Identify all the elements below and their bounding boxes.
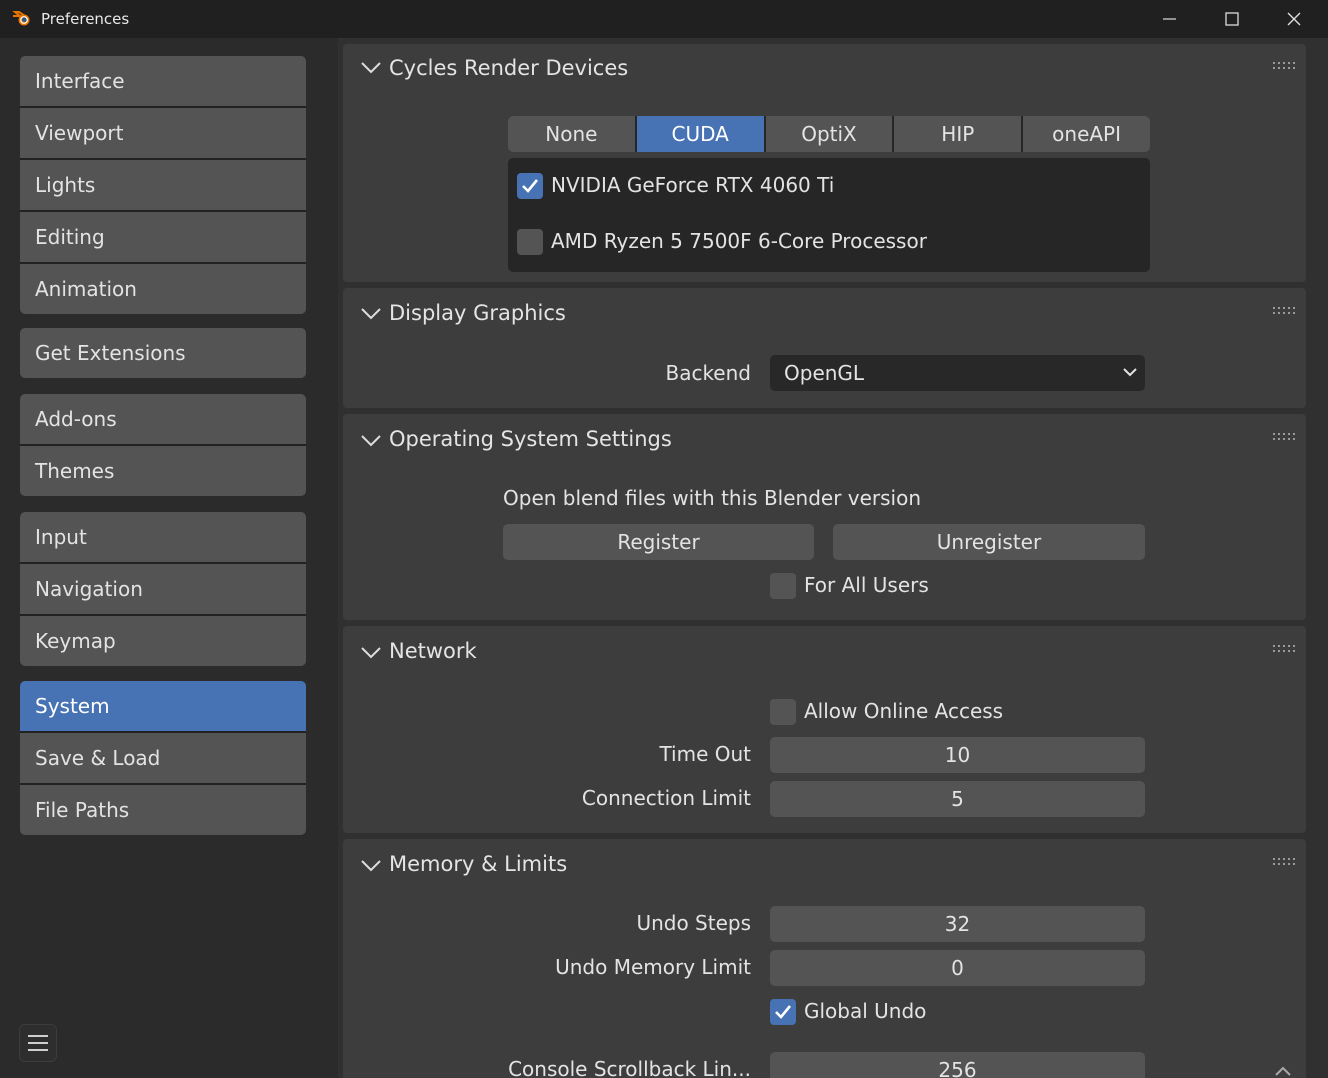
sidebar-item-input[interactable]: Input [20,512,306,562]
backend-hip-button[interactable]: HIP [894,116,1022,152]
drag-handle-icon[interactable] [1273,433,1297,443]
sidebar-item-save-load[interactable]: Save & Load [20,733,306,783]
backend-label: Backend [665,361,751,385]
preferences-content: Cycles Render Devices None CUDA OptiX HI… [338,38,1328,1078]
device-label-cpu[interactable]: AMD Ryzen 5 7500F 6-Core Processor [551,229,927,253]
chevron-down-icon[interactable] [360,307,382,321]
backend-dropdown[interactable]: OpenGL [770,355,1145,391]
drag-handle-icon[interactable] [1273,645,1297,655]
panel-display-graphics: Display Graphics Backend OpenGL [343,288,1306,408]
device-list: NVIDIA GeForce RTX 4060 Ti AMD Ryzen 5 7… [508,158,1150,272]
backend-oneapi-button[interactable]: oneAPI [1023,116,1150,152]
console-scrollback-label: Console Scrollback Lin... [508,1057,751,1078]
drag-handle-icon[interactable] [1273,858,1297,868]
sidebar-item-addons[interactable]: Add-ons [20,394,306,444]
sidebar-item-navigation[interactable]: Navigation [20,564,306,614]
panel-title[interactable]: Memory & Limits [389,852,567,876]
drag-handle-icon[interactable] [1273,62,1297,72]
device-checkbox-gpu[interactable] [517,173,543,199]
maximize-icon [1225,12,1239,26]
close-icon [1287,12,1301,26]
sidebar-item-editing[interactable]: Editing [20,212,306,262]
window-title: Preferences [41,10,130,28]
panel-title[interactable]: Cycles Render Devices [389,56,628,80]
title-bar: Preferences [0,0,1328,38]
undo-memory-limit-field[interactable]: 0 [770,950,1145,986]
device-checkbox-cpu[interactable] [517,229,543,255]
sidebar-item-themes[interactable]: Themes [20,446,306,496]
backend-cuda-button[interactable]: CUDA [636,116,764,152]
undo-steps-field[interactable]: 32 [770,906,1145,942]
register-button[interactable]: Register [503,524,814,560]
device-backend-selector: None CUDA OptiX HIP oneAPI [508,116,1150,152]
chevron-down-icon [1123,368,1137,377]
panel-title[interactable]: Network [389,639,477,663]
panel-os-settings: Operating System Settings Open blend fil… [343,414,1306,620]
preferences-menu-button[interactable] [19,1024,57,1062]
device-label-gpu[interactable]: NVIDIA GeForce RTX 4060 Ti [551,173,834,197]
blender-logo-icon [12,11,30,26]
sidebar-item-lights[interactable]: Lights [20,160,306,210]
nav-group-system: System Save & Load File Paths [20,681,306,835]
chevron-down-icon[interactable] [360,646,382,660]
sidebar-item-system[interactable]: System [20,681,306,731]
undo-steps-label: Undo Steps [636,911,751,935]
nav-group-general: Interface Viewport Lights Editing Animat… [20,56,306,314]
panel-cycles-render-devices: Cycles Render Devices None CUDA OptiX HI… [343,44,1306,282]
chevron-down-icon[interactable] [360,859,382,873]
backend-none-button[interactable]: None [508,116,635,152]
backend-value: OpenGL [784,361,865,385]
sidebar: Interface Viewport Lights Editing Animat… [0,38,338,1078]
maximize-button[interactable] [1201,0,1263,38]
for-all-users-checkbox[interactable] [770,573,796,599]
minimize-icon [1163,18,1176,20]
close-button[interactable] [1263,0,1325,38]
time-out-label: Time Out [659,742,751,766]
checkmark-icon [775,1005,792,1019]
scroll-up-arrow-icon[interactable] [1268,1062,1298,1078]
allow-online-access-checkbox[interactable] [770,699,796,725]
hamburger-icon [28,1035,48,1051]
sidebar-item-keymap[interactable]: Keymap [20,616,306,666]
panel-network: Network Allow Online Access Time Out 10 … [343,626,1306,833]
nav-group-input: Input Navigation Keymap [20,512,306,666]
chevron-down-icon[interactable] [360,61,382,75]
panel-title[interactable]: Operating System Settings [389,427,672,451]
sidebar-item-interface[interactable]: Interface [20,56,306,106]
sidebar-item-animation[interactable]: Animation [20,264,306,314]
time-out-field[interactable]: 10 [770,737,1145,773]
connection-limit-field[interactable]: 5 [770,781,1145,817]
sidebar-item-viewport[interactable]: Viewport [20,108,306,158]
minimize-button[interactable] [1139,0,1201,38]
sidebar-item-get-extensions[interactable]: Get Extensions [20,328,306,378]
global-undo-checkbox[interactable] [770,999,796,1025]
allow-online-access-label[interactable]: Allow Online Access [804,699,1003,723]
sidebar-item-file-paths[interactable]: File Paths [20,785,306,835]
global-undo-label[interactable]: Global Undo [804,999,926,1023]
chevron-down-icon[interactable] [360,434,382,448]
drag-handle-icon[interactable] [1273,307,1297,317]
backend-optix-button[interactable]: OptiX [765,116,893,152]
unregister-button[interactable]: Unregister [833,524,1145,560]
checkmark-icon [522,179,539,193]
panel-title[interactable]: Display Graphics [389,301,566,325]
connection-limit-label: Connection Limit [581,786,751,810]
nav-group-addons: Add-ons Themes [20,394,306,496]
for-all-users-label[interactable]: For All Users [804,573,929,597]
nav-group-extensions: Get Extensions [20,328,306,378]
panel-memory-limits: Memory & Limits Undo Steps 32 Undo Memor… [343,839,1306,1078]
undo-memory-limit-label: Undo Memory Limit [555,955,751,979]
console-scrollback-field[interactable]: 256 [770,1052,1145,1078]
os-description: Open blend files with this Blender versi… [503,486,922,510]
